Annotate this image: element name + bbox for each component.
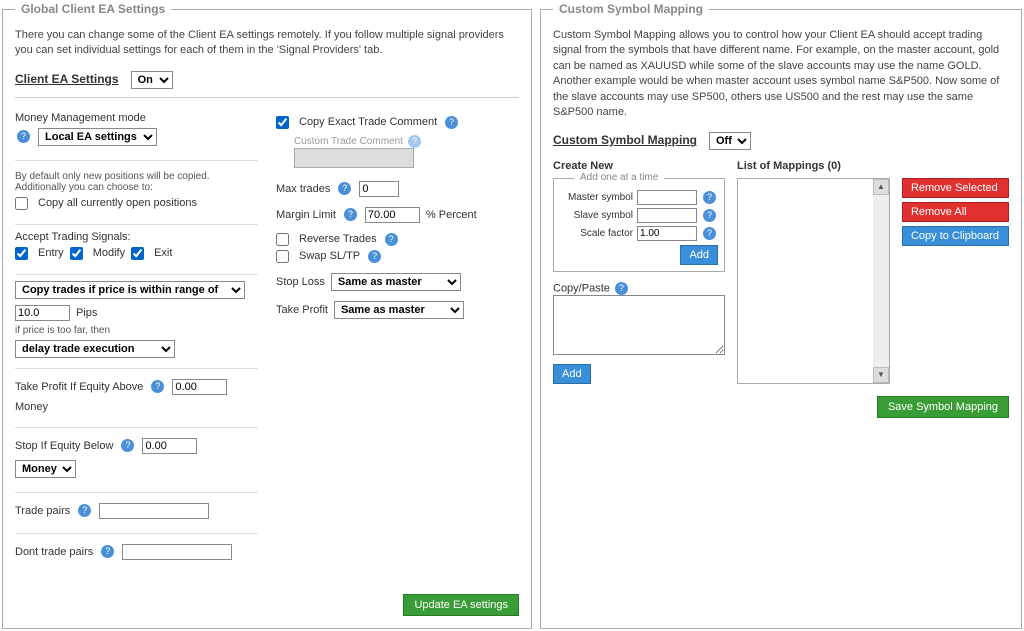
left-description: There you can change some of the Client … (15, 28, 519, 59)
max-trades-input[interactable] (359, 181, 399, 197)
scrollbar-track[interactable]: ▲ ▼ (873, 179, 889, 383)
remove-selected-button[interactable]: Remove Selected (902, 178, 1009, 198)
stop-loss-select[interactable]: Same as master (331, 273, 461, 291)
add-one-title: Add one at a time (574, 172, 664, 183)
tp-equity-input[interactable] (172, 379, 227, 395)
too-far-label: if price is too far, then (15, 325, 258, 336)
remove-all-button[interactable]: Remove All (902, 202, 1009, 222)
percent-label: % Percent (426, 209, 477, 221)
save-symbol-mapping-button[interactable]: Save Symbol Mapping (877, 396, 1009, 418)
help-icon[interactable]: ? (338, 182, 351, 195)
master-symbol-input[interactable] (637, 190, 697, 205)
settings-left-column: Money Management mode ? Local EA setting… (15, 106, 258, 574)
help-icon[interactable]: ? (368, 250, 381, 263)
client-ea-settings-header: Client EA Settings (15, 72, 119, 86)
update-ea-settings-button[interactable]: Update EA settings (403, 594, 519, 616)
help-icon[interactable]: ? (151, 380, 164, 393)
copy-to-clipboard-button[interactable]: Copy to Clipboard (902, 226, 1009, 246)
right-description: Custom Symbol Mapping allows you to cont… (553, 28, 1009, 120)
help-icon[interactable]: ? (615, 282, 628, 295)
master-symbol-label: Master symbol (568, 192, 633, 203)
global-client-ea-settings-panel: Global Client EA Settings There you can … (2, 2, 532, 629)
scale-factor-input[interactable] (637, 226, 697, 241)
margin-limit-input[interactable] (365, 207, 420, 223)
entry-checkbox[interactable] (15, 247, 28, 260)
help-icon[interactable]: ? (703, 191, 716, 204)
swap-sltp-checkbox[interactable] (276, 250, 289, 263)
modify-checkbox[interactable] (70, 247, 83, 260)
add-one-box: Add one at a time Master symbol ? Slave … (553, 178, 725, 272)
copy-note: By default only new positions will be co… (15, 171, 258, 193)
custom-symbol-mapping-panel: Custom Symbol Mapping Custom Symbol Mapp… (540, 2, 1022, 629)
dont-trade-pairs-label: Dont trade pairs (15, 546, 93, 558)
dont-trade-pairs-input[interactable] (122, 544, 232, 560)
custom-comment-label: Custom Trade Comment (294, 136, 403, 147)
stop-equity-input[interactable] (142, 438, 197, 454)
settings-right-column: Copy Exact Trade Comment ? Custom Trade … (276, 106, 519, 574)
price-range-select[interactable]: Copy trades if price is within range of (15, 281, 245, 299)
scroll-up-icon[interactable]: ▲ (873, 179, 889, 195)
help-icon[interactable]: ? (101, 545, 114, 558)
csm-toggle-select[interactable]: Off (709, 132, 751, 150)
take-profit-select[interactable]: Same as master (334, 301, 464, 319)
trade-pairs-label: Trade pairs (15, 505, 70, 517)
copy-paste-label: Copy/Paste (553, 283, 610, 295)
reverse-trades-checkbox[interactable] (276, 233, 289, 246)
copy-all-open-label: Copy all currently open positions (38, 197, 197, 209)
copy-all-open-positions-checkbox[interactable] (15, 197, 28, 210)
scale-factor-label: Scale factor (580, 228, 633, 239)
accept-signals-label: Accept Trading Signals: (15, 231, 258, 243)
stop-loss-label: Stop Loss (276, 276, 325, 288)
take-profit-label: Take Profit (276, 304, 328, 316)
stop-equity-label: Stop If Equity Below (15, 440, 113, 452)
pips-label: Pips (76, 307, 97, 319)
slave-symbol-input[interactable] (637, 208, 697, 223)
help-icon[interactable]: ? (703, 227, 716, 240)
create-new-heading: Create New (553, 160, 725, 172)
mappings-list-heading: List of Mappings (0) (737, 160, 890, 172)
help-icon[interactable]: ? (344, 208, 357, 221)
help-icon[interactable]: ? (78, 504, 91, 517)
max-trades-label: Max trades (276, 183, 330, 195)
left-legend: Global Client EA Settings (15, 2, 171, 16)
copy-all-open-positions-row[interactable]: Copy all currently open positions (15, 197, 258, 210)
exit-checkbox[interactable] (131, 247, 144, 260)
copy-paste-textarea[interactable] (553, 295, 725, 355)
custom-comment-input-disabled (294, 148, 414, 168)
help-icon: ? (408, 135, 421, 148)
help-icon[interactable]: ? (385, 233, 398, 246)
too-far-action-select[interactable]: delay trade execution (15, 340, 175, 358)
pips-input[interactable] (15, 305, 70, 321)
money-management-select[interactable]: Local EA settings (38, 128, 157, 146)
money-label: Money (15, 401, 48, 413)
right-legend: Custom Symbol Mapping (553, 2, 709, 16)
mappings-list-box[interactable]: ▲ ▼ (737, 178, 890, 384)
stop-equity-unit-select[interactable]: Money (15, 460, 76, 478)
trade-pairs-input[interactable] (99, 503, 209, 519)
help-icon[interactable]: ? (445, 116, 458, 129)
help-icon[interactable]: ? (703, 209, 716, 222)
scroll-down-icon[interactable]: ▼ (873, 367, 889, 383)
reverse-trades-row[interactable]: Reverse Trades ? (276, 233, 519, 246)
help-icon[interactable]: ? (17, 130, 30, 143)
csm-header: Custom Symbol Mapping (553, 133, 697, 147)
help-icon[interactable]: ? (121, 439, 134, 452)
copy-exact-comment-checkbox[interactable] (276, 116, 289, 129)
client-ea-toggle-select[interactable]: On (131, 71, 173, 89)
add-paste-button[interactable]: Add (553, 364, 591, 384)
margin-limit-label: Margin Limit (276, 209, 336, 221)
tp-equity-label: Take Profit If Equity Above (15, 381, 143, 393)
add-mapping-button[interactable]: Add (680, 245, 718, 265)
copy-exact-comment-row[interactable]: Copy Exact Trade Comment ? (276, 116, 519, 129)
money-management-label: Money Management mode (15, 112, 258, 124)
swap-sltp-row[interactable]: Swap SL/TP ? (276, 250, 519, 263)
slave-symbol-label: Slave symbol (574, 210, 633, 221)
